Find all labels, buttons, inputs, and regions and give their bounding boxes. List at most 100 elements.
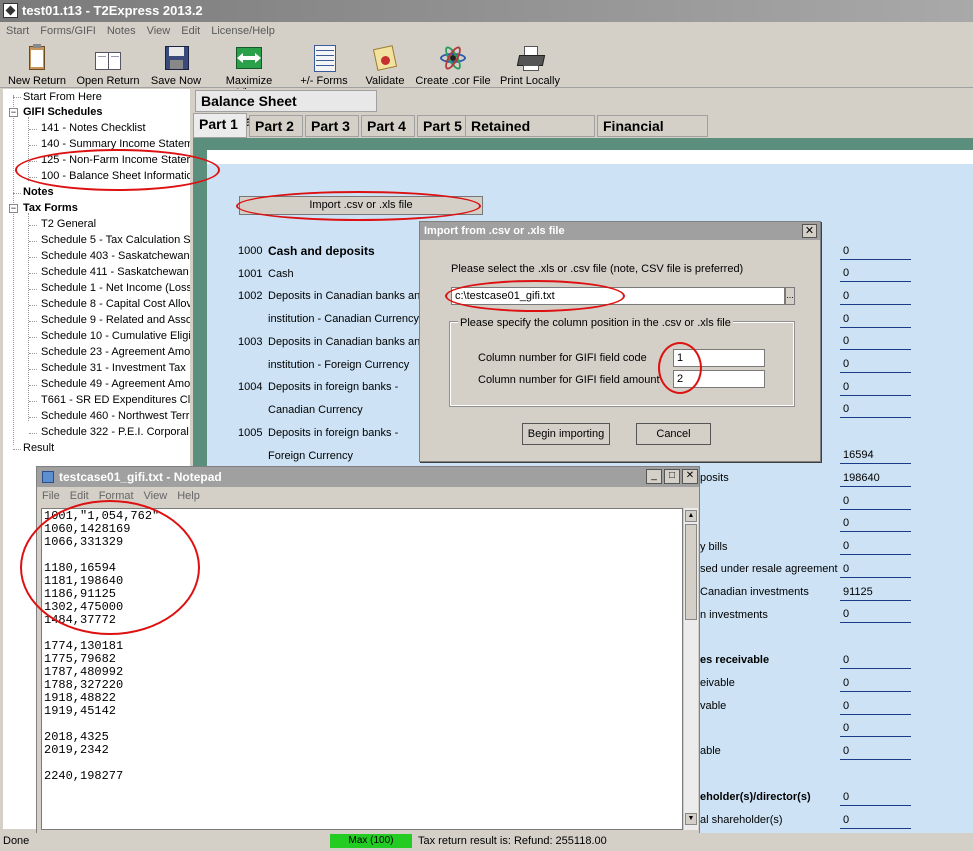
tab-financial-notes[interactable]: Financial Notes: [597, 115, 708, 154]
peek-label: y bills: [700, 541, 728, 553]
value-field[interactable]: 0: [840, 494, 911, 510]
tree-item-schedule-8[interactable]: Schedule 8 - Capital Cost Allov: [41, 296, 190, 312]
tree-start-from-here[interactable]: Start From Here: [23, 89, 102, 105]
tree-item-schedule-411[interactable]: Schedule 411 - Saskatchewan: [41, 264, 189, 280]
value-field[interactable]: 0: [840, 813, 911, 829]
row-label-cash: Cash: [268, 268, 294, 280]
value-field[interactable]: 0: [840, 244, 911, 260]
amount-column-label: Column number for GIFI field amount: [478, 374, 660, 386]
notepad-menu-help[interactable]: Help: [172, 487, 205, 502]
annotation-ellipse: [20, 500, 200, 635]
menu-start[interactable]: Start: [0, 22, 34, 37]
row-code-1002: 1002: [238, 290, 263, 302]
begin-importing-button[interactable]: Begin importing: [522, 423, 610, 445]
close-icon[interactable]: ✕: [682, 469, 698, 484]
peek-label: sed under resale agreement: [700, 563, 838, 575]
cancel-button[interactable]: Cancel: [636, 423, 711, 445]
section-tab-balance-sheet[interactable]: Balance Sheet Information: [195, 90, 377, 129]
value-field[interactable]: 16594: [840, 448, 911, 464]
value-field[interactable]: 0: [840, 516, 911, 532]
tree-result[interactable]: Result: [23, 440, 54, 456]
value-field[interactable]: 0: [840, 562, 911, 578]
save-now-button[interactable]: Save Now: [150, 44, 202, 88]
forms-toggle-button[interactable]: +/- Forms: [296, 44, 352, 88]
scroll-down-icon[interactable]: ▼: [685, 813, 697, 825]
printer-icon: [515, 44, 546, 72]
tree-notes[interactable]: Notes: [23, 184, 54, 200]
open-return-button[interactable]: Open Return: [76, 44, 140, 88]
maximize-window-icon[interactable]: □: [664, 469, 680, 484]
value-field[interactable]: 0: [840, 539, 911, 555]
value-field[interactable]: 0: [840, 266, 911, 282]
menu-view[interactable]: View: [141, 22, 176, 37]
tree-gifi-schedules[interactable]: GIFI Schedules: [23, 104, 102, 120]
value-field[interactable]: 0: [840, 289, 911, 305]
menu-forms-gifi[interactable]: Forms/GIFI: [34, 22, 101, 37]
value-field[interactable]: 0: [840, 312, 911, 328]
tab-part-1[interactable]: Part 1: [193, 113, 247, 138]
value-field[interactable]: 0: [840, 699, 911, 715]
value-field[interactable]: 198640: [840, 471, 911, 487]
tab-part-3[interactable]: Part 3: [305, 115, 359, 137]
group-label: Please specify the column position in th…: [458, 317, 733, 329]
validate-button[interactable]: Validate: [362, 44, 408, 88]
value-field[interactable]: 0: [840, 721, 911, 737]
new-return-button[interactable]: New Return: [7, 44, 67, 88]
value-field[interactable]: 0: [840, 380, 911, 396]
tax-forms-collapse-toggle[interactable]: −: [9, 204, 18, 213]
value-field[interactable]: 0: [840, 402, 911, 418]
tree-item-schedule-31[interactable]: Schedule 31 - Investment Tax: [41, 360, 186, 376]
value-field[interactable]: 0: [840, 790, 911, 806]
tab-retained-earnings[interactable]: Retained Earnings: [465, 115, 595, 154]
value-field[interactable]: 0: [840, 334, 911, 350]
annotation-ellipse: [236, 191, 481, 221]
clipboard-icon: [22, 44, 52, 72]
open-return-label: Open Return: [76, 75, 140, 87]
tab-part-5[interactable]: Part 5: [417, 115, 471, 137]
tree-item-schedule-23[interactable]: Schedule 23 - Agreement Amo: [41, 344, 190, 360]
app-icon[interactable]: [3, 3, 18, 18]
tree-item-schedule-1[interactable]: Schedule 1 - Net Income (Loss: [41, 280, 190, 296]
tree-item-t2-general[interactable]: T2 General: [41, 216, 96, 232]
maximize-view-button[interactable]: Maximize View: [213, 44, 285, 99]
value-field[interactable]: 0: [840, 653, 911, 669]
row-label-1003: Deposits in Canadian banks anc: [268, 336, 426, 348]
tab-part-4[interactable]: Part 4: [361, 115, 415, 137]
menu-notes[interactable]: Notes: [101, 22, 141, 37]
row-label-1002: Deposits in Canadian banks anc: [268, 290, 426, 302]
tree-item-schedule-322[interactable]: Schedule 322 - P.E.I. Corporal: [41, 424, 189, 440]
status-text: Done: [3, 835, 30, 847]
validate-certificate-icon: [370, 44, 400, 72]
notepad-menu-file[interactable]: File: [37, 487, 65, 502]
value-field[interactable]: 0: [840, 744, 911, 760]
scroll-thumb[interactable]: [685, 524, 697, 620]
notepad-menu-view[interactable]: View: [139, 487, 173, 502]
minimize-icon[interactable]: _: [646, 469, 662, 484]
tree-item-141[interactable]: 141 - Notes Checklist: [41, 120, 146, 136]
tab-part-2[interactable]: Part 2: [249, 115, 303, 137]
tree-item-schedule-5[interactable]: Schedule 5 - Tax Calculation Sι: [41, 232, 190, 248]
tree-item-schedule-10[interactable]: Schedule 10 - Cumulative Eligit: [41, 328, 190, 344]
value-field[interactable]: 91125: [840, 585, 911, 601]
value-field[interactable]: 0: [840, 676, 911, 692]
notepad-scrollbar[interactable]: ▲ ▼: [683, 508, 698, 830]
gifi-collapse-toggle[interactable]: −: [9, 108, 18, 117]
dialog-close-icon[interactable]: ✕: [802, 224, 817, 238]
notepad-menu-edit[interactable]: Edit: [65, 487, 94, 502]
scroll-up-icon[interactable]: ▲: [685, 510, 697, 522]
tree-tax-forms[interactable]: Tax Forms: [23, 200, 78, 216]
menu-edit[interactable]: Edit: [175, 22, 205, 37]
peek-label: n investments: [700, 609, 768, 621]
value-field[interactable]: 0: [840, 607, 911, 623]
tree-item-schedule-403[interactable]: Schedule 403 - Saskatchewan: [41, 248, 190, 264]
tree-item-schedule-49[interactable]: Schedule 49 - Agreement Amo: [41, 376, 190, 392]
print-locally-button[interactable]: Print Locally: [500, 44, 560, 88]
tree-item-t661[interactable]: T661 - SR ED Expenditures Cla: [41, 392, 190, 408]
create-cor-file-button[interactable]: Create .cor File: [414, 44, 492, 88]
value-field[interactable]: 0: [840, 357, 911, 373]
tree-item-schedule-460[interactable]: Schedule 460 - Northwest Terr: [41, 408, 189, 424]
save-now-label: Save Now: [150, 75, 202, 87]
browse-button[interactable]: ...: [785, 287, 795, 305]
menu-license-help[interactable]: License/Help: [205, 22, 280, 37]
tree-item-schedule-9[interactable]: Schedule 9 - Related and Asso: [41, 312, 190, 328]
